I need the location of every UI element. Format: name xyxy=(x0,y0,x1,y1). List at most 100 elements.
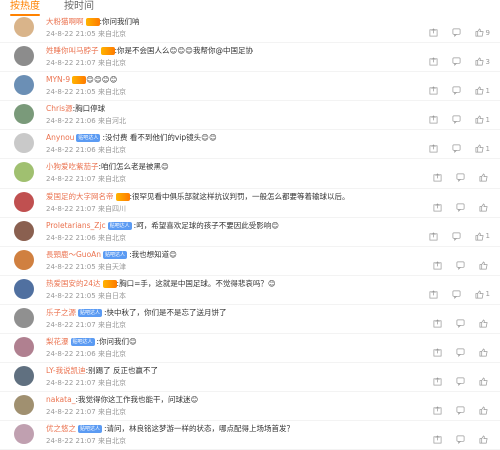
reply-icon[interactable] xyxy=(456,203,465,212)
comment-time: 24-8-22 21:05 xyxy=(46,291,96,300)
avatar[interactable] xyxy=(14,424,34,445)
like-button[interactable] xyxy=(479,319,490,328)
comment-line: 爱国足的大字网名帝:很罕见看中俱乐部就这样抗议判罚，一般怎么都要等着输球以后。 xyxy=(46,191,400,202)
comment-actions xyxy=(433,261,490,270)
share-icon[interactable] xyxy=(433,377,442,386)
avatar[interactable] xyxy=(14,278,34,299)
username-link[interactable]: 爱国足的大字网名帝 xyxy=(46,192,114,201)
tab-by-hot[interactable]: 按热度 xyxy=(10,0,40,16)
like-button[interactable] xyxy=(479,377,490,386)
comment-meta: 24-8-22 21:05 来自北京 xyxy=(46,87,126,97)
username-link[interactable]: 热爱国安的24达 xyxy=(46,279,101,288)
comment-location: 来自北京 xyxy=(97,59,126,68)
comment-meta: 24-8-22 21:07 来自北京 xyxy=(46,378,126,388)
avatar[interactable] xyxy=(14,17,34,37)
comment-location: 来自四川 xyxy=(97,204,126,213)
like-button[interactable]: 9 xyxy=(475,28,490,37)
reply-icon[interactable] xyxy=(452,290,461,299)
like-button[interactable]: 1 xyxy=(475,231,490,241)
avatar[interactable] xyxy=(14,191,34,212)
comment-meta: 24-8-22 21:05 来自日本 xyxy=(46,291,126,301)
reply-icon[interactable] xyxy=(452,86,461,96)
reply-icon[interactable] xyxy=(452,144,461,154)
username-link[interactable]: Chris源 xyxy=(46,104,73,113)
share-icon[interactable] xyxy=(429,28,438,37)
username-link[interactable]: 乐子之源 xyxy=(46,308,76,317)
share-icon[interactable] xyxy=(433,173,442,182)
share-icon[interactable] xyxy=(429,232,438,241)
comment-item: Chris源:胸口停球 24-8-22 21:06 来自河北 1 xyxy=(0,101,500,131)
like-count: 3 xyxy=(485,57,490,66)
avatar[interactable] xyxy=(14,307,34,328)
username-link[interactable]: 小狗爱吃紫茄子 xyxy=(46,162,99,171)
share-icon[interactable] xyxy=(429,144,438,153)
share-icon[interactable] xyxy=(433,202,442,212)
username-link[interactable]: 長頸鹿～GuoAn xyxy=(46,250,101,259)
reply-icon[interactable] xyxy=(456,348,465,358)
like-button[interactable] xyxy=(479,173,490,182)
comment-text: :你是不会国人么😊😊😊我帮你@中国足协 xyxy=(114,46,253,56)
comment-line: Chris源:胸口停球 xyxy=(46,103,400,114)
username-link[interactable]: nakata_ xyxy=(46,395,75,404)
avatar[interactable] xyxy=(14,220,34,241)
comment-location: 来自北京 xyxy=(97,379,126,388)
comment-item: LY-我说凯迪:别踢了 反正也赢不了 24-8-22 21:07 来自北京 xyxy=(0,363,500,393)
avatar[interactable] xyxy=(14,162,34,183)
like-button[interactable]: 1 xyxy=(475,115,490,124)
comment-item: 爱国足的大字网名帝:很罕见看中俱乐部就这样抗议判罚，一般怎么都要等着输球以后。 2… xyxy=(0,189,500,218)
comment-item: 大粉猫啊啊:你问我们呐 24-8-22 21:05 来自北京 9 xyxy=(0,14,500,44)
tab-by-time[interactable]: 按时间 xyxy=(64,0,94,14)
avatar[interactable] xyxy=(14,75,34,96)
comment-location: 来自日本 xyxy=(97,291,126,300)
like-button[interactable] xyxy=(479,202,490,212)
username-link[interactable]: 优之悠之 xyxy=(46,424,76,433)
comment-text: :别踢了 反正也赢不了 xyxy=(85,366,159,376)
reply-icon[interactable] xyxy=(456,377,465,387)
username-link[interactable]: MYN-9 xyxy=(46,75,70,84)
reply-icon[interactable] xyxy=(456,406,465,416)
username-link[interactable]: Anynou xyxy=(46,133,74,142)
avatar[interactable] xyxy=(14,249,34,270)
reply-icon[interactable] xyxy=(452,232,461,241)
comment-location: 来自天津 xyxy=(97,262,126,271)
reply-icon[interactable] xyxy=(456,173,465,183)
share-icon[interactable] xyxy=(429,115,438,124)
username-link[interactable]: 梨花瀑 xyxy=(46,337,69,346)
avatar[interactable] xyxy=(14,337,34,358)
user-badge: 贴吧达人 xyxy=(76,134,101,143)
share-icon[interactable] xyxy=(429,290,438,299)
avatar[interactable] xyxy=(14,366,34,387)
user-badge: 贴吧达人 xyxy=(103,250,128,259)
reply-icon[interactable] xyxy=(456,319,465,328)
comment-location: 来自北京 xyxy=(97,437,126,446)
share-icon[interactable] xyxy=(433,261,442,270)
like-button[interactable]: 1 xyxy=(475,144,490,153)
reply-icon[interactable] xyxy=(452,28,461,37)
avatar[interactable] xyxy=(14,46,34,67)
username-link[interactable]: 大粉猫啊啊 xyxy=(46,17,84,26)
comment-item: nakata_:我觉得你这工作我也能干，问球迷😊 24-8-22 21:07 来自… xyxy=(0,392,500,422)
share-icon[interactable] xyxy=(433,348,442,357)
like-button[interactable]: 1 xyxy=(475,86,490,95)
username-link[interactable]: LY-我说凯迪 xyxy=(46,366,86,375)
username-link[interactable]: 姓睡你叫马脖子 xyxy=(46,46,99,55)
like-button[interactable]: 3 xyxy=(475,57,490,66)
like-button[interactable]: 1 xyxy=(475,290,490,299)
reply-icon[interactable] xyxy=(452,57,461,67)
avatar[interactable] xyxy=(14,133,34,154)
comment-line: LY-我说凯迪:别踢了 反正也赢不了 xyxy=(46,365,400,376)
like-button[interactable] xyxy=(479,261,490,270)
comment-line: 乐子之源 贴吧达人:快中秋了，你们是不是忘了送月饼了 xyxy=(46,307,400,318)
share-icon[interactable] xyxy=(429,57,438,66)
reply-icon[interactable] xyxy=(452,115,461,125)
like-button[interactable] xyxy=(479,406,490,415)
comment-time: 24-8-22 21:07 xyxy=(46,204,96,213)
like-button[interactable] xyxy=(479,348,490,357)
share-icon[interactable] xyxy=(433,319,442,328)
share-icon[interactable] xyxy=(429,86,438,95)
username-link[interactable]: Proletarians_Zjc xyxy=(46,221,106,230)
avatar[interactable] xyxy=(14,395,34,416)
reply-icon[interactable] xyxy=(456,261,465,270)
share-icon[interactable] xyxy=(433,406,442,415)
avatar[interactable] xyxy=(14,104,34,125)
